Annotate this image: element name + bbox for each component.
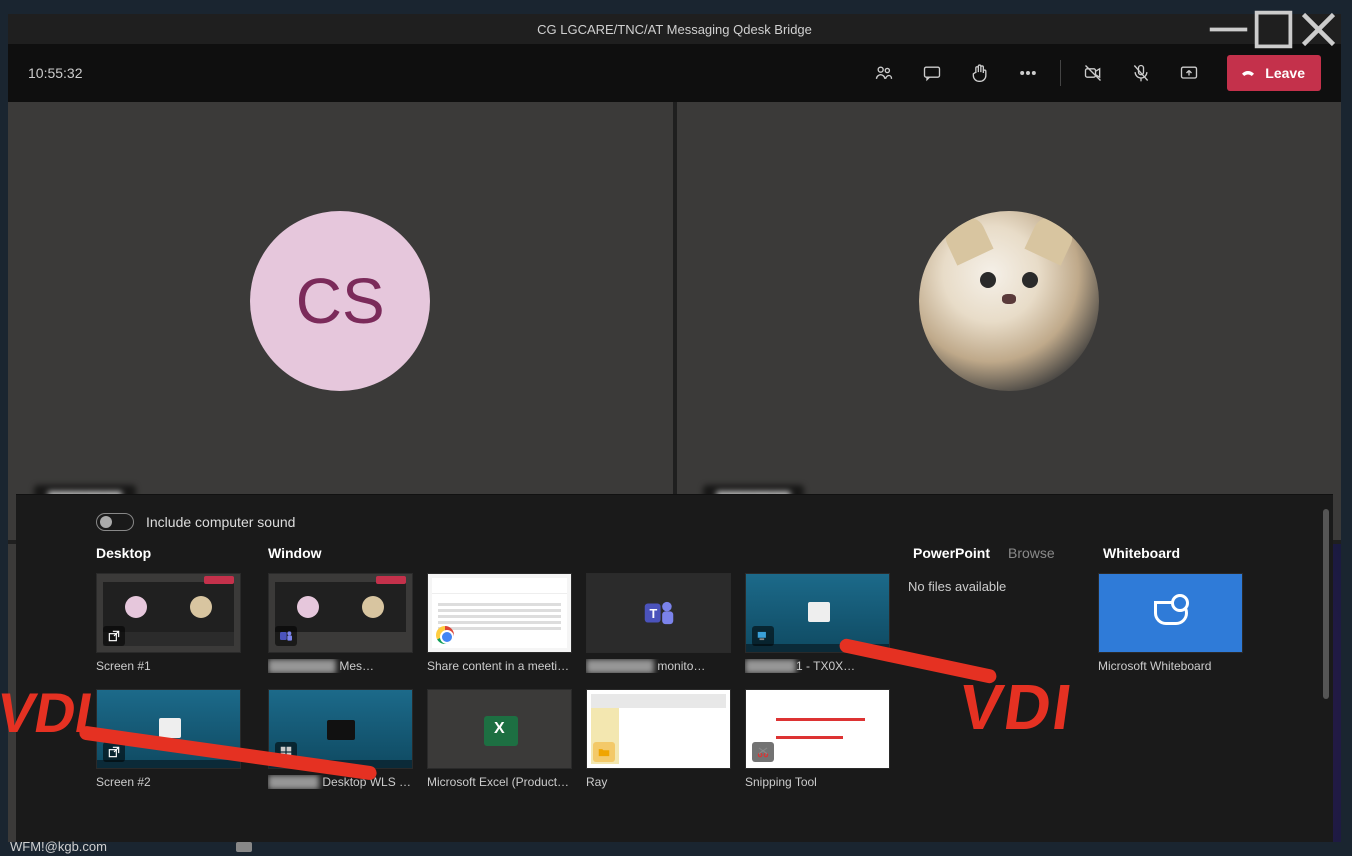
- toolbar-right: Leave: [864, 53, 1321, 93]
- window-title: CG LGCARE/TNC/AT Messaging Qdesk Bridge: [537, 22, 812, 37]
- share-item-label: ██████1 - TX0X…: [745, 659, 890, 673]
- share-window-item[interactable]: Ray: [586, 689, 731, 789]
- folder-icon: [593, 742, 615, 762]
- meeting-duration: 10:55:32: [28, 65, 83, 81]
- footer-scroll-thumb[interactable]: [236, 842, 252, 852]
- share-item-label: Microsoft Whiteboard: [1098, 659, 1243, 673]
- share-window-item[interactable]: Microsoft Excel (Product…: [427, 689, 572, 789]
- share-item-label: Microsoft Excel (Product…: [427, 775, 572, 789]
- share-item-label: Screen #2: [96, 775, 241, 789]
- app-window: CG LGCARE/TNC/AT Messaging Qdesk Bridge …: [8, 14, 1341, 842]
- share-content-tray: Include computer sound Desktop Window Po…: [16, 494, 1333, 842]
- minimize-button[interactable]: [1206, 14, 1251, 44]
- camera-off-button[interactable]: [1073, 53, 1113, 93]
- annotation-vdi-right: VDI: [955, 670, 1078, 744]
- teams-window-thumb: T: [586, 573, 731, 653]
- share-window-item[interactable]: Share content in a meeti…: [427, 573, 572, 673]
- participants-button[interactable]: [864, 53, 904, 93]
- leave-label: Leave: [1265, 65, 1305, 81]
- window-controls: [1206, 14, 1341, 44]
- avatar-image: [919, 211, 1099, 391]
- rdp-icon: [752, 626, 774, 646]
- share-item-label: Ray: [586, 775, 731, 789]
- no-files-text: No files available: [908, 579, 1098, 594]
- window-header: Window: [268, 545, 913, 561]
- share-window-item[interactable]: ████████ ████████ Mes…Mes…: [268, 573, 413, 673]
- powerpoint-header: PowerPoint Browse: [913, 545, 1103, 561]
- share-section-headers: Desktop Window PowerPoint Browse Whitebo…: [96, 545, 1253, 561]
- share-item-label: Screen #1: [96, 659, 241, 673]
- desktop-header: Desktop: [96, 545, 268, 561]
- close-button[interactable]: [1296, 14, 1341, 44]
- meeting-toolbar: 10:55:32: [8, 44, 1341, 102]
- share-item-label: Snipping Tool: [745, 775, 890, 789]
- leave-button[interactable]: Leave: [1227, 55, 1321, 91]
- chrome-icon: [436, 626, 454, 644]
- whiteboard-icon: [1154, 601, 1188, 625]
- whiteboard-header: Whiteboard: [1103, 545, 1253, 561]
- raise-hand-button[interactable]: [960, 53, 1000, 93]
- include-sound-toggle[interactable]: [96, 513, 134, 531]
- share-window-item[interactable]: Snipping Tool: [745, 689, 890, 789]
- share-screen-1[interactable]: Screen #1: [96, 573, 241, 673]
- share-window-item[interactable]: ██████1 - TX0X…: [745, 573, 890, 673]
- snipping-tool-icon: [752, 742, 774, 762]
- footer-email: WFM!@kgb.com: [10, 839, 107, 854]
- avatar-initials: CS: [250, 211, 430, 391]
- share-button[interactable]: [1169, 53, 1209, 93]
- share-item-label: ████████ ████████ Mes…Mes…: [268, 659, 413, 673]
- participant-tile[interactable]: ████████: [677, 102, 1342, 540]
- mic-off-button[interactable]: [1121, 53, 1161, 93]
- share-item-label: Share content in a meeti…: [427, 659, 572, 673]
- chat-button[interactable]: [912, 53, 952, 93]
- maximize-button[interactable]: [1251, 14, 1296, 44]
- excel-icon: [484, 716, 518, 746]
- share-item-label: ████████ monito…: [586, 659, 731, 673]
- include-sound-label: Include computer sound: [146, 514, 295, 530]
- browse-link[interactable]: Browse: [1008, 545, 1055, 561]
- svg-text:T: T: [649, 607, 657, 621]
- share-whiteboard-item[interactable]: Microsoft Whiteboard: [1098, 573, 1243, 673]
- participant-tile[interactable]: CS ████████: [8, 102, 673, 540]
- toolbar-separator: [1060, 60, 1061, 86]
- popout-icon: [103, 626, 125, 646]
- tray-scrollbar[interactable]: [1323, 509, 1329, 699]
- more-actions-button[interactable]: [1008, 53, 1048, 93]
- share-window-item[interactable]: T ████████ monito…: [586, 573, 731, 673]
- include-sound-row: Include computer sound: [96, 513, 1253, 531]
- teams-icon: [275, 626, 297, 646]
- share-item-label: ██████ Desktop WLS Co…: [268, 775, 413, 789]
- titlebar: CG LGCARE/TNC/AT Messaging Qdesk Bridge: [8, 14, 1341, 44]
